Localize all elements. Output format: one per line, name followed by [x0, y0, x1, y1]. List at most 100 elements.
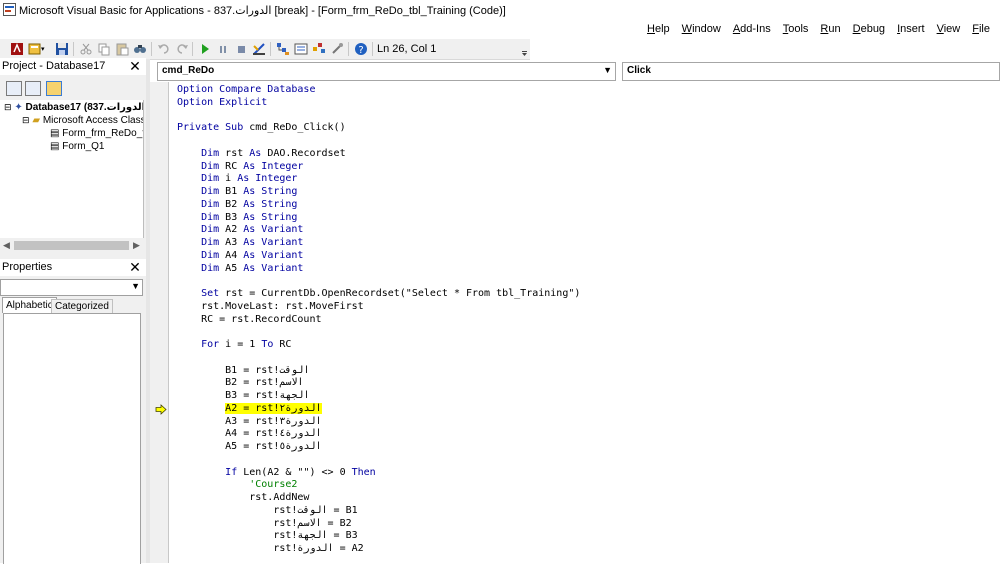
copy-icon[interactable] — [97, 42, 111, 56]
code-token: A2 — [219, 224, 244, 236]
properties-grid[interactable] — [3, 313, 141, 564]
save-icon[interactable] — [55, 42, 69, 56]
code-line[interactable]: A3 = rst!الدورة٣ — [177, 416, 321, 428]
close-icon[interactable]: ✕ — [127, 58, 143, 74]
tree-root[interactable]: ⊟ ✦ Database17 (837.الدورات — [4, 102, 144, 113]
scroll-right-icon[interactable]: ▶ — [133, 240, 140, 251]
code-line[interactable]: A5 = rst!الدورة٥ — [177, 441, 322, 453]
form-icon: ▤ — [50, 141, 60, 152]
menu-file[interactable]: File — [966, 22, 996, 36]
code-line[interactable]: Dim A4 As Variant — [177, 250, 303, 262]
tree-root-label: Database17 (837.الدورات — [25, 102, 144, 113]
scrollbar-thumb[interactable] — [14, 241, 129, 250]
code-line[interactable]: rst!الاسم = B2 — [177, 518, 351, 530]
code-line[interactable]: Dim B3 As String — [177, 212, 297, 224]
code-line[interactable]: RC = rst.RecordCount — [177, 314, 321, 326]
code-line[interactable]: Dim A5 As Variant — [177, 263, 303, 275]
collapse-icon[interactable]: ⊟ — [22, 115, 30, 125]
properties-object-combo[interactable]: ▼ — [0, 279, 143, 296]
break-icon[interactable] — [216, 42, 230, 56]
menu-window[interactable]: Window — [676, 22, 727, 36]
project-tree-scrollbar[interactable]: ◀ ▶ — [0, 238, 143, 254]
code-line[interactable]: Dim RC As Integer — [177, 161, 303, 173]
project-explorer-icon[interactable] — [276, 42, 290, 56]
code-line[interactable]: 'Course2 — [177, 479, 297, 491]
code-line[interactable]: B3 = rst!الجهة — [177, 390, 309, 402]
code-line[interactable]: Dim rst As DAO.Recordset — [177, 148, 346, 160]
procedure-combo[interactable]: Click — [622, 62, 1000, 81]
close-icon[interactable]: ✕ — [127, 259, 143, 275]
menu-add-ins[interactable]: Add-Ins — [727, 22, 777, 36]
chevron-down-icon[interactable]: ▼ — [603, 65, 612, 75]
reset-icon[interactable] — [234, 42, 248, 56]
tree-folder-label: Microsoft Access Class O — [42, 115, 144, 126]
code-token: Dim — [201, 160, 220, 172]
code-line[interactable]: B1 = rst!الوقت — [177, 365, 309, 377]
view-access-icon[interactable] — [10, 42, 24, 56]
code-line[interactable]: Dim B2 As String — [177, 199, 297, 211]
toggle-folders-icon[interactable] — [46, 81, 62, 96]
undo-icon[interactable] — [157, 42, 171, 56]
menu-view[interactable]: View — [931, 22, 967, 36]
object-browser-icon[interactable] — [312, 42, 326, 56]
cut-icon[interactable] — [79, 42, 93, 56]
code-line[interactable]: rst.AddNew — [177, 492, 309, 504]
run-icon[interactable] — [198, 42, 212, 56]
code-line[interactable]: Option Explicit — [177, 97, 267, 109]
insert-dropdown-icon[interactable]: ▾ — [41, 45, 45, 53]
paste-icon[interactable] — [115, 42, 129, 56]
view-code-icon[interactable] — [6, 81, 22, 96]
code-line[interactable]: Option Compare Database — [177, 84, 315, 96]
code-line[interactable]: For i = 1 To RC — [177, 339, 291, 351]
redo-icon[interactable] — [175, 42, 189, 56]
menu-help[interactable]: Help — [641, 22, 676, 36]
code-line[interactable]: Set rst = CurrentDb.OpenRecordset("Selec… — [177, 288, 580, 300]
design-mode-icon[interactable] — [252, 42, 266, 56]
code-line[interactable]: Private Sub cmd_ReDo_Click() — [177, 122, 346, 134]
code-token: Dim — [201, 173, 220, 185]
code-line[interactable]: A4 = rst!الدورة٤ — [177, 428, 321, 440]
scroll-left-icon[interactable]: ◀ — [3, 240, 10, 251]
code-line[interactable]: Dim A3 As Variant — [177, 237, 303, 249]
menu-insert[interactable]: Insert — [891, 22, 931, 36]
menu-tools[interactable]: Tools — [777, 22, 815, 36]
code-line[interactable]: rst.MoveLast: rst.MoveFirst — [177, 301, 364, 313]
toolbar-options-icon[interactable] — [521, 41, 528, 57]
find-icon[interactable] — [133, 42, 147, 56]
code-line[interactable]: rst!الجهة = B3 — [177, 530, 358, 542]
tree-folder[interactable]: ⊟ ▰ Microsoft Access Class O — [22, 115, 144, 126]
code-line[interactable]: A2 = rst!الدورة٢ — [177, 402, 322, 415]
help-icon[interactable]: ? — [354, 42, 368, 56]
tree-item-form-frm-redo[interactable]: ▤ Form_frm_ReDo_tbl — [50, 128, 144, 139]
tab-alphabetic[interactable]: Alphabetic — [2, 297, 57, 313]
code-line[interactable]: Dim A2 As Variant — [177, 224, 303, 236]
chevron-down-icon[interactable]: ▼ — [131, 281, 140, 291]
object-combo[interactable]: cmd_ReDo ▼ — [157, 62, 616, 81]
project-explorer-title: Project - Database17 — [2, 60, 106, 72]
code-token: As Variant — [243, 224, 304, 236]
insert-module-icon[interactable] — [28, 42, 42, 56]
title-bar: Microsoft Visual Basic for Applications … — [0, 0, 1000, 20]
code-line[interactable]: If Len(A2 & "") <> 0 Then — [177, 467, 376, 479]
menu-run[interactable]: Run — [814, 22, 846, 36]
properties-window-icon[interactable] — [294, 42, 308, 56]
code-token: A5 = rst!الدورة٥ — [177, 441, 322, 452]
code-line[interactable]: Dim B1 As String — [177, 186, 297, 198]
toolbox-icon[interactable] — [330, 42, 344, 56]
code-line[interactable]: rst!الدورة = A2 — [177, 543, 363, 555]
tree-item-label: Form_frm_ReDo_tbl — [62, 128, 144, 139]
code-line[interactable]: Dim i As Integer — [177, 173, 297, 185]
collapse-icon[interactable]: ⊟ — [4, 102, 12, 112]
tree-item-form-q1[interactable]: ▤ Form_Q1 — [50, 141, 104, 152]
margin-indicator-bar[interactable] — [150, 82, 169, 563]
code-line[interactable]: rst!الوقت = B1 — [177, 505, 357, 517]
code-line[interactable]: B2 = rst!الاسم — [177, 377, 303, 389]
view-object-icon[interactable] — [25, 81, 41, 96]
code-token: rst!الجهة = B3 — [177, 530, 358, 542]
code-token: Private Sub — [177, 122, 244, 134]
tab-categorized[interactable]: Categorized — [51, 299, 113, 313]
menu-debug[interactable]: Debug — [847, 22, 891, 36]
